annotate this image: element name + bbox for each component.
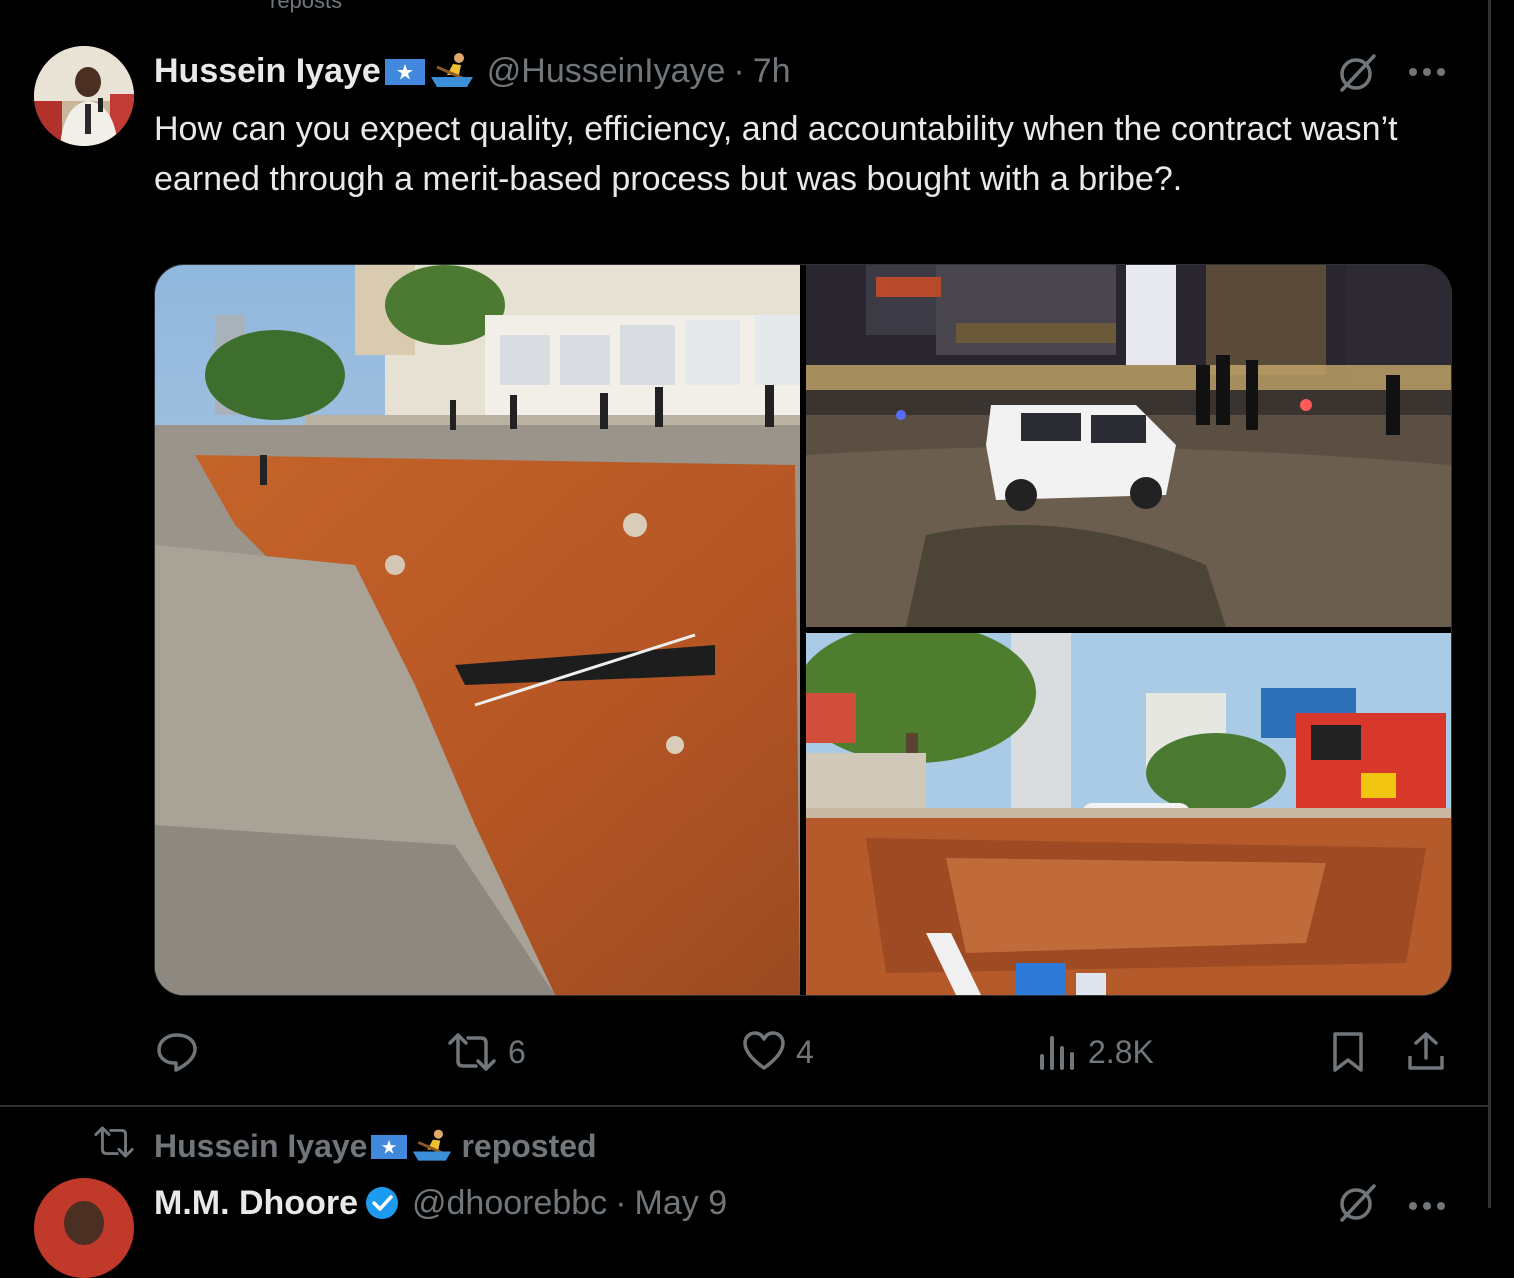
- separator-dot: ·: [733, 51, 745, 90]
- like-count: 4: [796, 1033, 814, 1070]
- reposted-label: reposted: [461, 1127, 597, 1164]
- views-chart-icon: [1038, 1030, 1078, 1074]
- avatar[interactable]: [34, 1178, 134, 1278]
- action-bar: 6 4 2.8K: [154, 1028, 1450, 1076]
- damaged-road-excavation-photo[interactable]: [155, 265, 800, 995]
- share-button[interactable]: [1406, 1028, 1446, 1076]
- repost-count: 6: [508, 1033, 526, 1070]
- timestamp[interactable]: 7h: [753, 52, 791, 91]
- media-grid: [154, 264, 1452, 996]
- more-options-icon[interactable]: [1404, 52, 1450, 92]
- reply-icon: [154, 1029, 200, 1075]
- author-handle[interactable]: @dhoorebbc: [412, 1184, 607, 1223]
- views-button[interactable]: 2.8K: [1038, 1028, 1154, 1076]
- author-name[interactable]: M.M. Dhoore: [154, 1184, 358, 1223]
- reply-button[interactable]: [154, 1028, 210, 1076]
- repost-icon: [446, 1029, 498, 1075]
- like-button[interactable]: 4: [742, 1028, 814, 1076]
- person-rowing-boat-icon: [411, 1127, 453, 1165]
- verified-badge-icon: [364, 1185, 400, 1221]
- previous-item-strip: reposts: [0, 0, 1488, 18]
- author-handle[interactable]: @HusseinIyaye: [487, 52, 726, 91]
- grok-icon[interactable]: [1336, 1182, 1378, 1224]
- road-collapse-kaafi-hospital-photo[interactable]: [806, 633, 1451, 995]
- somalia-flag-icon: [384, 59, 425, 85]
- bookmark-icon: [1330, 1030, 1366, 1074]
- next-tweet-header: M.M. Dhoore @dhoorebbc · May 9: [154, 1178, 727, 1228]
- previous-item-text: reposts: [270, 0, 343, 13]
- tweet[interactable]: Hussein Iyaye @HusseinIyaye · 7h How can…: [0, 18, 1488, 1106]
- timestamp[interactable]: May 9: [635, 1184, 728, 1223]
- heart-icon: [742, 1030, 786, 1074]
- more-options-icon[interactable]: [1404, 1186, 1450, 1226]
- tweet-divider: [0, 1105, 1488, 1107]
- tweet-text: How can you expect quality, efficiency, …: [154, 110, 1398, 198]
- views-count: 2.8K: [1088, 1033, 1154, 1070]
- repost-icon: [92, 1123, 136, 1169]
- author-name[interactable]: Hussein Iyaye: [154, 52, 381, 91]
- reposter-name[interactable]: Hussein Iyaye: [154, 1128, 367, 1165]
- avatar[interactable]: [34, 46, 134, 146]
- grok-icon[interactable]: [1336, 52, 1378, 94]
- tweet-header: Hussein Iyaye @HusseinIyaye · 7h: [154, 48, 791, 94]
- repost-button[interactable]: 6: [446, 1028, 526, 1076]
- separator-dot: ·: [615, 1183, 627, 1222]
- repost-banner: Hussein Iyaye reposted: [92, 1124, 597, 1168]
- share-icon: [1406, 1030, 1446, 1074]
- column-border: [1488, 0, 1491, 1208]
- flooded-street-night-photo[interactable]: [806, 265, 1451, 627]
- person-rowing-boat-icon: [429, 51, 475, 91]
- somalia-flag-icon: [371, 1135, 408, 1159]
- bookmark-button[interactable]: [1330, 1028, 1366, 1076]
